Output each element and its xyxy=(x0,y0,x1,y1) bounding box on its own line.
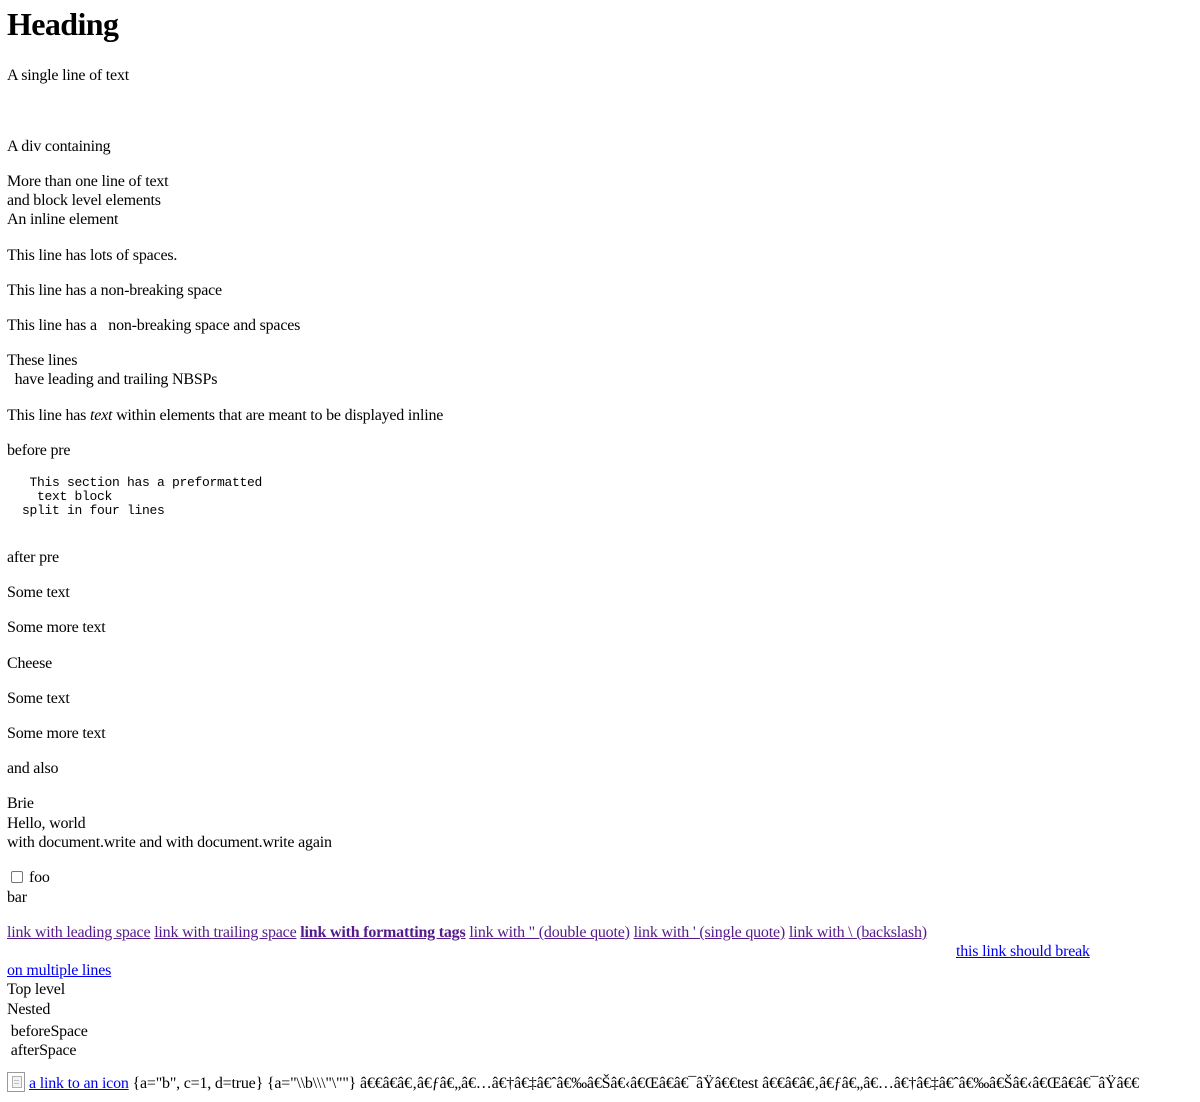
nbsp-text: This line has a non-breaking space xyxy=(7,282,222,299)
icon-link-row: a link to an icon {a="b", c=1, d=true} {… xyxy=(7,1072,1197,1094)
link-double-quote[interactable]: link with " (double quote) xyxy=(469,924,630,941)
inline-elements-line: This line has text within elements that … xyxy=(7,406,443,426)
some-text-2: Some text xyxy=(7,690,70,707)
link-leading-space[interactable]: link with leading space xyxy=(7,924,151,941)
icon-link[interactable]: a link to an icon xyxy=(29,1075,129,1092)
before-space-text: beforeSpace xyxy=(7,1023,88,1040)
checkbox-row: foo xyxy=(7,868,50,888)
some-more-text-1: Some more text xyxy=(7,619,106,636)
object-literal-text: {a="b", c=1, d=true} {a="\\b\\\"\""} xyxy=(128,1075,360,1092)
more-than-one-line-text: More than one line of text xyxy=(7,173,169,190)
hello-world-text: Hello, world xyxy=(7,815,86,832)
page-heading: Heading xyxy=(7,6,119,42)
nested-text: Nested xyxy=(7,1001,51,1018)
checkbox-label: foo xyxy=(29,869,50,886)
link-formatting-tags[interactable]: link with formatting tags xyxy=(300,924,465,941)
broken-image-icon xyxy=(7,1072,25,1092)
bar-text: bar xyxy=(7,889,27,906)
leading-trailing-nbsp-text: have leading and trailing NBSPs xyxy=(7,371,218,388)
brie-text: Brie xyxy=(7,795,34,812)
link-multiline-part-1[interactable]: this link should break xyxy=(956,943,1090,960)
foo-checkbox[interactable] xyxy=(11,871,23,883)
nbsp-and-spaces-text: This line has a non-breaking space and s… xyxy=(7,317,301,334)
inline-em-text: text xyxy=(89,407,113,424)
inline-suffix: within elements that are meant to be dis… xyxy=(112,407,444,424)
div-containing-text: A div containing xyxy=(7,138,111,155)
some-text-1: Some text xyxy=(7,584,70,601)
before-pre-text: before pre xyxy=(7,442,71,459)
break-link-line-1: this link should break xyxy=(956,942,1090,962)
top-level-text: Top level xyxy=(7,981,65,998)
these-lines-text: These lines xyxy=(7,352,78,369)
link-multiline-part-2[interactable]: on multiple lines xyxy=(7,962,111,979)
link-single-quote[interactable]: link with ' (single quote) xyxy=(634,924,786,941)
link-backslash[interactable]: link with \ (backslash) xyxy=(789,924,927,941)
single-line-text: A single line of text xyxy=(7,67,130,84)
garbled-encoding-text: â€€â€â€‚â€ƒâ€„â€…â€†â€‡â€ˆâ€‰â€Šâ€‹â€Œâ€… xyxy=(359,1075,1139,1092)
inline-prefix: This line has xyxy=(7,407,90,424)
document-write-text: with document.write and with document.wr… xyxy=(7,834,332,851)
break-link-line-2: on multiple lines xyxy=(7,961,111,981)
some-more-text-2: Some more text xyxy=(7,725,106,742)
preformatted-block: This section has a preformatted text blo… xyxy=(22,475,263,518)
lots-of-spaces-text: This line has lots of spaces. xyxy=(7,247,178,264)
after-pre-text: after pre xyxy=(7,549,59,566)
after-space-text: afterSpace xyxy=(7,1042,77,1059)
and-also-text: and also xyxy=(7,760,59,777)
link-trailing-space[interactable]: link with trailing space xyxy=(154,924,296,941)
links-row: link with leading space link with traili… xyxy=(7,923,927,943)
cheese-text: Cheese xyxy=(7,655,53,672)
inline-element-text: An inline element xyxy=(7,211,119,228)
block-level-text: and block level elements xyxy=(7,192,161,209)
